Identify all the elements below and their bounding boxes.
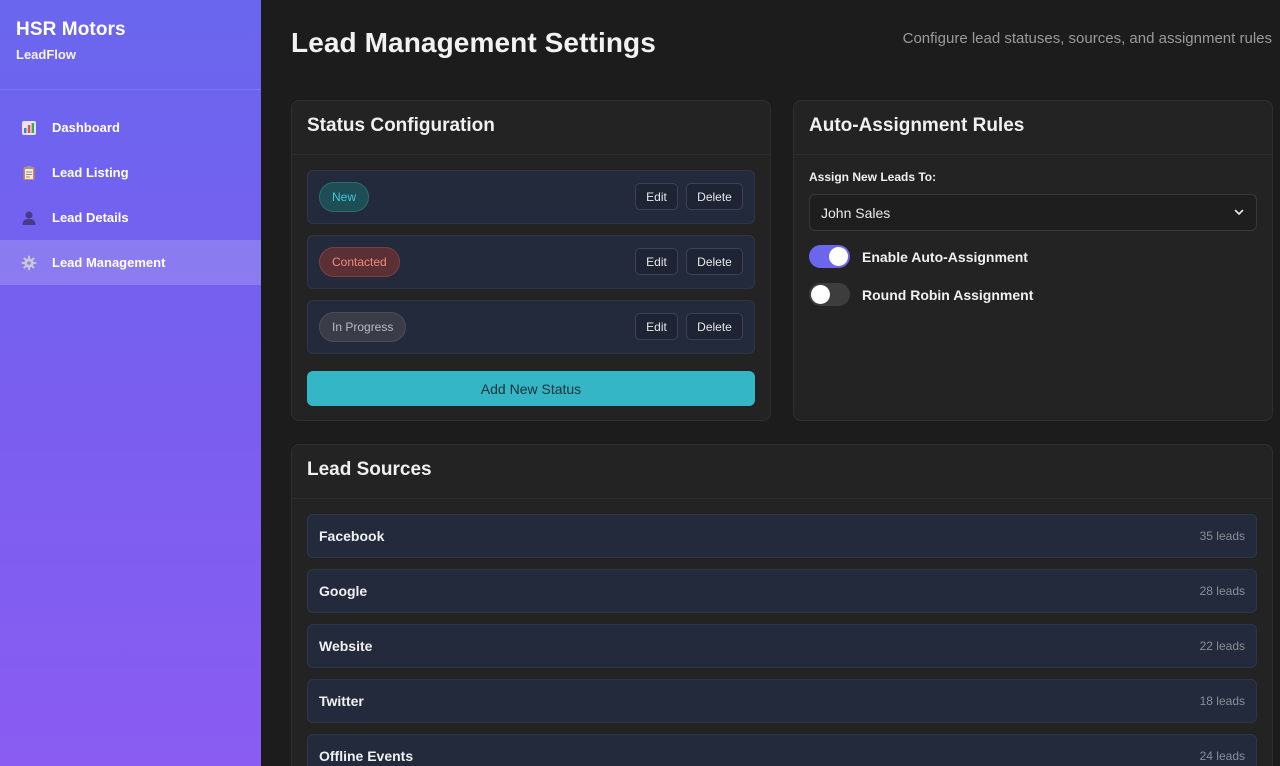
- source-name: Offline Events: [319, 748, 414, 764]
- select-value: John Sales: [821, 204, 891, 221]
- status-row-new: New Edit Delete: [307, 170, 755, 224]
- status-badge: In Progress: [319, 312, 407, 342]
- card-header: Lead Sources: [292, 445, 1272, 499]
- sidebar-item-label: Dashboard: [52, 120, 120, 135]
- page-title: Lead Management Settings: [291, 27, 656, 58]
- sidebar-item-label: Lead Details: [52, 210, 129, 225]
- sidebar-item-lead-details[interactable]: Lead Details: [0, 195, 261, 240]
- app: HSR Motors LeadFlow Dashboard Lead Listi…: [0, 0, 1280, 766]
- card-header: Status Configuration: [292, 101, 770, 155]
- add-new-status-button[interactable]: Add New Status: [307, 371, 755, 406]
- edit-status-button[interactable]: Edit: [635, 183, 678, 210]
- toggle-label: Round Robin Assignment: [862, 286, 1034, 303]
- sidebar-item-lead-management[interactable]: Lead Management: [0, 240, 261, 285]
- brand-title: HSR Motors: [16, 19, 126, 40]
- source-row-twitter[interactable]: Twitter 18 leads: [307, 679, 1257, 723]
- source-row-offline-events[interactable]: Offline Events 24 leads: [307, 734, 1257, 766]
- source-row-website[interactable]: Website 22 leads: [307, 624, 1257, 668]
- delete-status-button[interactable]: Delete: [686, 313, 743, 340]
- assign-to-label: Assign New Leads To:: [809, 170, 937, 184]
- source-row-google[interactable]: Google 28 leads: [307, 569, 1257, 613]
- sidebar-item-dashboard[interactable]: Dashboard: [0, 105, 261, 150]
- clipboard-icon: [20, 164, 38, 182]
- bar-chart-icon: [20, 119, 38, 137]
- source-name: Google: [319, 583, 368, 599]
- source-row-facebook[interactable]: Facebook 35 leads: [307, 514, 1257, 558]
- sidebar-item-lead-listing[interactable]: Lead Listing: [0, 150, 261, 195]
- round-robin-assignment-toggle[interactable]: [809, 283, 850, 306]
- auto-assignment-toggle-row: Enable Auto-Assignment: [809, 245, 1028, 268]
- card-title: Auto-Assignment Rules: [809, 115, 1025, 136]
- brand: HSR Motors LeadFlow: [0, 0, 261, 90]
- gear-icon: [20, 254, 38, 272]
- person-icon: [20, 209, 38, 227]
- chevron-down-icon: [1233, 205, 1245, 221]
- source-count: 18 leads: [1199, 694, 1245, 708]
- card-title: Lead Sources: [307, 459, 432, 480]
- source-name: Website: [319, 638, 373, 654]
- source-count: 24 leads: [1199, 749, 1245, 763]
- assign-to-select[interactable]: John Sales: [809, 194, 1257, 231]
- source-count: 35 leads: [1199, 529, 1245, 543]
- status-badge: Contacted: [319, 247, 400, 277]
- enable-auto-assignment-toggle[interactable]: [809, 245, 850, 268]
- toggle-knob: [829, 247, 848, 266]
- toggle-label: Enable Auto-Assignment: [862, 248, 1028, 265]
- sidebar-nav: Dashboard Lead Listing Lead Details Lead…: [0, 105, 261, 285]
- page-description: Configure lead statuses, sources, and as…: [902, 30, 1272, 47]
- status-badge: New: [319, 182, 370, 212]
- source-count: 22 leads: [1199, 639, 1245, 653]
- status-row-contacted: Contacted Edit Delete: [307, 235, 755, 289]
- sidebar-item-label: Lead Listing: [52, 165, 129, 180]
- brand-subtitle: LeadFlow: [16, 47, 76, 62]
- delete-status-button[interactable]: Delete: [686, 248, 743, 275]
- card-title: Status Configuration: [307, 115, 495, 136]
- auto-assignment-card: Auto-Assignment Rules Assign New Leads T…: [793, 100, 1273, 421]
- round-robin-toggle-row: Round Robin Assignment: [809, 283, 1033, 306]
- source-name: Twitter: [319, 693, 364, 709]
- delete-status-button[interactable]: Delete: [686, 183, 743, 210]
- sidebar-item-label: Lead Management: [52, 255, 166, 270]
- main-content: Lead Management Settings Configure lead …: [261, 0, 1280, 766]
- lead-sources-card: Lead Sources Facebook 35 leads Google 28…: [291, 444, 1273, 766]
- source-count: 28 leads: [1199, 584, 1245, 598]
- toggle-knob: [811, 285, 830, 304]
- edit-status-button[interactable]: Edit: [635, 248, 678, 275]
- source-name: Facebook: [319, 528, 385, 544]
- status-row-in-progress: In Progress Edit Delete: [307, 300, 755, 354]
- status-configuration-card: Status Configuration New Edit Delete Con…: [291, 100, 771, 421]
- edit-status-button[interactable]: Edit: [635, 313, 678, 340]
- sidebar: HSR Motors LeadFlow Dashboard Lead Listi…: [0, 0, 261, 766]
- card-header: Auto-Assignment Rules: [794, 101, 1272, 155]
